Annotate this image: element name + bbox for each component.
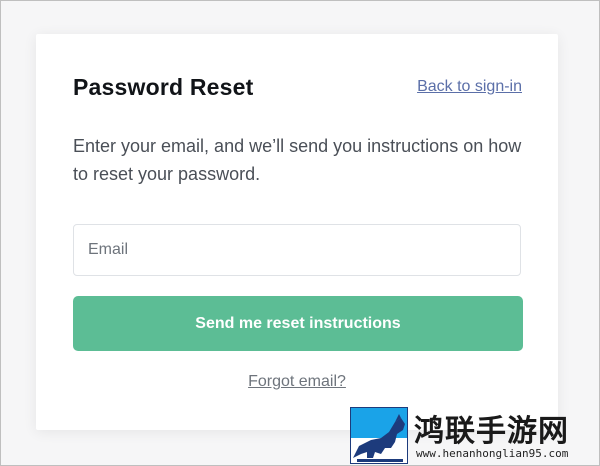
forgot-email-link[interactable]: Forgot email? — [36, 373, 558, 391]
watermark: 鸿联手游网 www.henanhonglian95.com — [350, 406, 600, 466]
watermark-brand: 鸿联手游网 — [414, 414, 569, 449]
watermark-url: www.henanhonglian95.com — [416, 447, 569, 460]
password-reset-card: Password Reset Back to sign-in Enter you… — [36, 34, 558, 430]
horse-logo-icon — [350, 407, 408, 464]
instructions-text: Enter your email, and we’ll send you ins… — [73, 136, 522, 184]
back-to-sign-in-link[interactable]: Back to sign-in — [417, 78, 522, 96]
page-title: Password Reset — [73, 74, 254, 100]
send-reset-instructions-button[interactable]: Send me reset instructions — [73, 296, 523, 351]
email-field[interactable] — [73, 224, 521, 276]
